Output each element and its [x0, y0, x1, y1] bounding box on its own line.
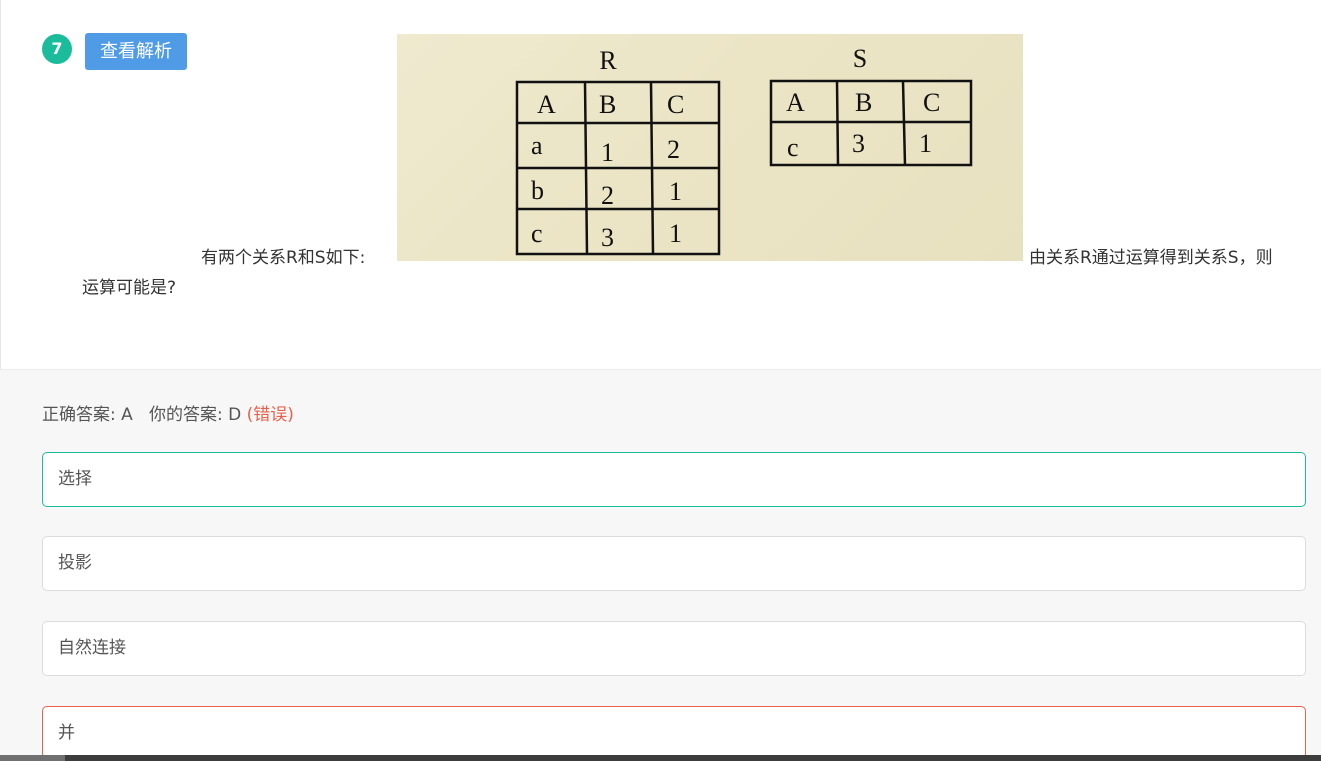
s-header-c: C [923, 88, 940, 117]
question-number-badge: 7 [42, 34, 72, 64]
r-cell: 1 [669, 219, 682, 248]
s-cell: c [787, 133, 799, 162]
r-cell: 3 [601, 223, 614, 252]
answer-area: 正确答案: A 你的答案: D (错误) 选择 投影 自然连接 并 [0, 369, 1321, 761]
left-border [0, 0, 1, 370]
r-cell: 1 [601, 138, 614, 167]
r-cell: 2 [601, 181, 614, 210]
question-text-end-line2: 运算可能是? [82, 278, 177, 298]
r-header-a: A [537, 90, 556, 119]
option-a[interactable]: 选择 [42, 452, 1306, 507]
s-header-a: A [786, 88, 805, 117]
answer-result-status: (错误) [246, 405, 294, 425]
r-cell: b [531, 176, 544, 205]
question-text-start: 有两个关系R和S如下: [201, 248, 366, 268]
relation-r-title: R [599, 46, 617, 75]
r-cell: 1 [669, 177, 682, 206]
option-d[interactable]: 并 [42, 706, 1306, 761]
s-cell: 3 [852, 129, 865, 158]
s-header-b: B [855, 88, 872, 117]
horizontal-scrollbar-thumb[interactable] [0, 755, 65, 761]
r-cell: c [531, 219, 543, 248]
horizontal-scrollbar-track[interactable] [0, 755, 1321, 761]
relations-table-figure: R S A B C a 1 2 b 2 1 c 3 1 A B C c 3 1 [515, 44, 973, 256]
question-page: 7 查看解析 R S A B C a 1 2 b 2 1 c 3 1 A B C… [0, 0, 1321, 761]
s-cell: 1 [919, 129, 932, 158]
relation-s-title: S [853, 44, 867, 73]
option-b[interactable]: 投影 [42, 536, 1306, 591]
your-answer-label: 你的答案: D [148, 405, 242, 425]
relations-image: R S A B C a 1 2 b 2 1 c 3 1 A B C c 3 1 [397, 34, 1023, 261]
correct-answer-label: 正确答案: A [42, 405, 133, 425]
question-text-end: 由关系R通过运算得到关系S，则 [1029, 248, 1273, 268]
question-area: 7 查看解析 R S A B C a 1 2 b 2 1 c 3 1 A B C… [0, 0, 1321, 369]
r-cell: 2 [667, 135, 680, 164]
answer-summary: 正确答案: A 你的答案: D (错误) [42, 400, 294, 425]
option-c[interactable]: 自然连接 [42, 621, 1306, 676]
r-header-c: C [667, 90, 684, 119]
r-cell: a [531, 131, 543, 160]
view-analysis-button[interactable]: 查看解析 [85, 33, 187, 70]
r-header-b: B [599, 90, 616, 119]
